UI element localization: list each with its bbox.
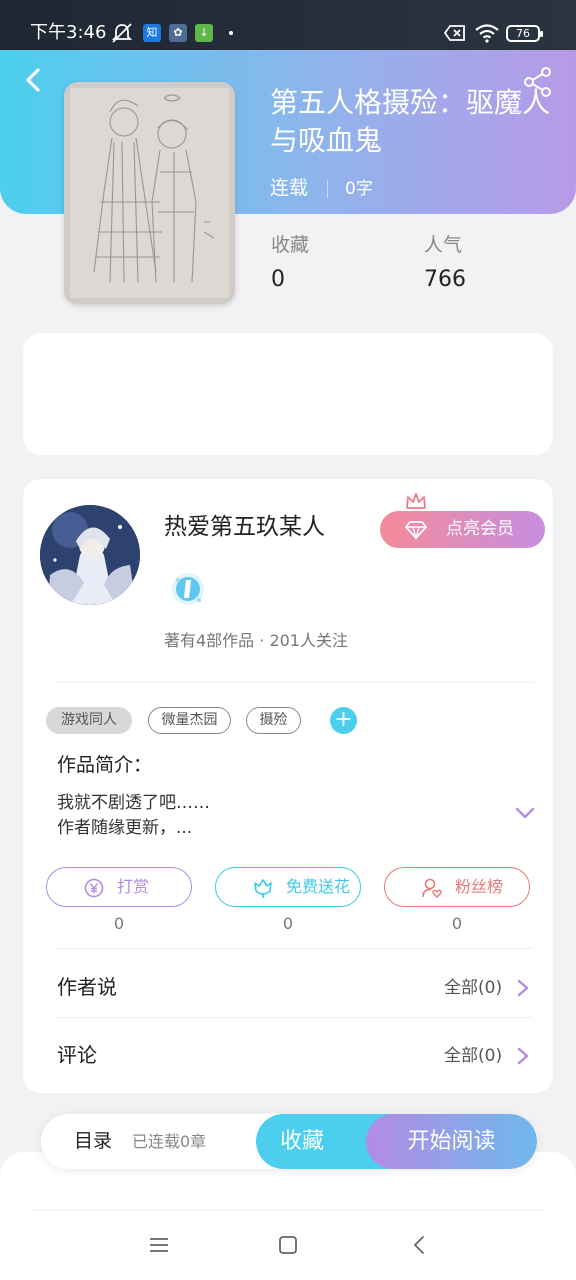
battery-indicator: 76 [506,25,543,42]
popularity-value: 766 [424,267,466,292]
status-bar: 下午3:46 知 ✿ ↓ 76 [0,0,576,50]
comments-label: 评论 [57,1043,97,1067]
avatar-illustration [40,505,140,605]
intro-line: 作者随缘更新，... [57,818,193,838]
divider [57,682,533,683]
tag-pairing[interactable]: 摄殓 [246,707,301,734]
activate-vip-button[interactable]: 点亮会员 [380,511,545,548]
no-sim-icon [444,25,465,41]
bottom-sheet [0,1152,576,1280]
back-arrow-icon[interactable] [18,64,50,96]
status-time: 下午3:46 [30,22,107,43]
book-cover-image[interactable] [64,82,235,304]
back-nav-icon[interactable] [409,1234,431,1256]
vip-button-label: 点亮会员 [446,519,514,539]
wifi-icon [475,24,499,43]
mute-bell-icon [111,23,133,43]
comments-count: 全部(0) [444,1046,503,1066]
menu-icon[interactable] [148,1234,170,1256]
chapter-count: 已连载0章 [132,1132,207,1151]
intro-line: 我就不剧透了吧…… [57,793,210,813]
chevron-right-icon [517,979,529,997]
fan-ranking-label: 粉丝榜 [455,877,504,896]
author-notes-count: 全部(0) [444,978,503,998]
intro-heading: 作品简介： [57,754,153,776]
author-stats: 著有4部作品 · 201人关注 [164,631,348,650]
notification-dot [229,31,233,35]
divider [57,948,533,949]
tip-button[interactable]: 打赏 [46,867,192,907]
divider [30,1210,546,1211]
tag-game-fanfic[interactable]: 游戏同人 [46,707,132,734]
divider [57,1017,533,1018]
flower-count: 0 [282,914,294,933]
word-count: 0字 [345,179,373,199]
download-icon: ↓ [195,24,213,42]
yen-coin-icon [84,878,104,898]
send-flower-button[interactable]: 免费送花 [215,867,361,907]
banner-card [23,333,553,455]
chevron-down-icon[interactable] [514,804,536,822]
status-divider [327,180,328,198]
fan-ranking-button[interactable]: 粉丝榜 [384,867,530,907]
tag-light-pairing[interactable]: 微量杰园 [148,707,231,734]
tip-count: 0 [113,914,125,933]
fan-list-icon [422,878,442,898]
author-name[interactable]: 热爱第五玖某人 [164,512,325,542]
author-avatar[interactable] [40,505,140,605]
crown-icon [406,493,426,509]
collect-count-value: 0 [271,267,285,292]
serial-status: 连载 [270,177,309,199]
tip-button-label: 打赏 [117,877,150,896]
flower-icon [254,879,272,898]
book-title: 第五人格摄殓：驱魔人与吸血鬼 [270,86,551,157]
collect-count-label: 收藏 [271,234,310,256]
zhihu-icon: 知 [143,24,161,42]
table-of-contents-button[interactable]: 目录 [74,1129,112,1153]
home-icon[interactable] [277,1234,299,1256]
bottom-action-bar: 目录 已连载0章 收藏 开始阅读 [41,1114,537,1169]
popularity-label: 人气 [424,234,463,256]
diamond-icon [405,521,427,540]
fan-count: 0 [451,914,463,933]
chevron-right-icon [517,1047,529,1065]
author-level-badge-icon [172,573,204,605]
add-tag-button[interactable]: + [330,707,357,734]
gear-icon: ✿ [169,24,187,42]
sketch-illustration [64,82,235,304]
start-reading-button[interactable]: 开始阅读 [366,1114,537,1169]
send-flower-label: 免费送花 [286,877,351,896]
author-notes-label: 作者说 [57,975,117,999]
